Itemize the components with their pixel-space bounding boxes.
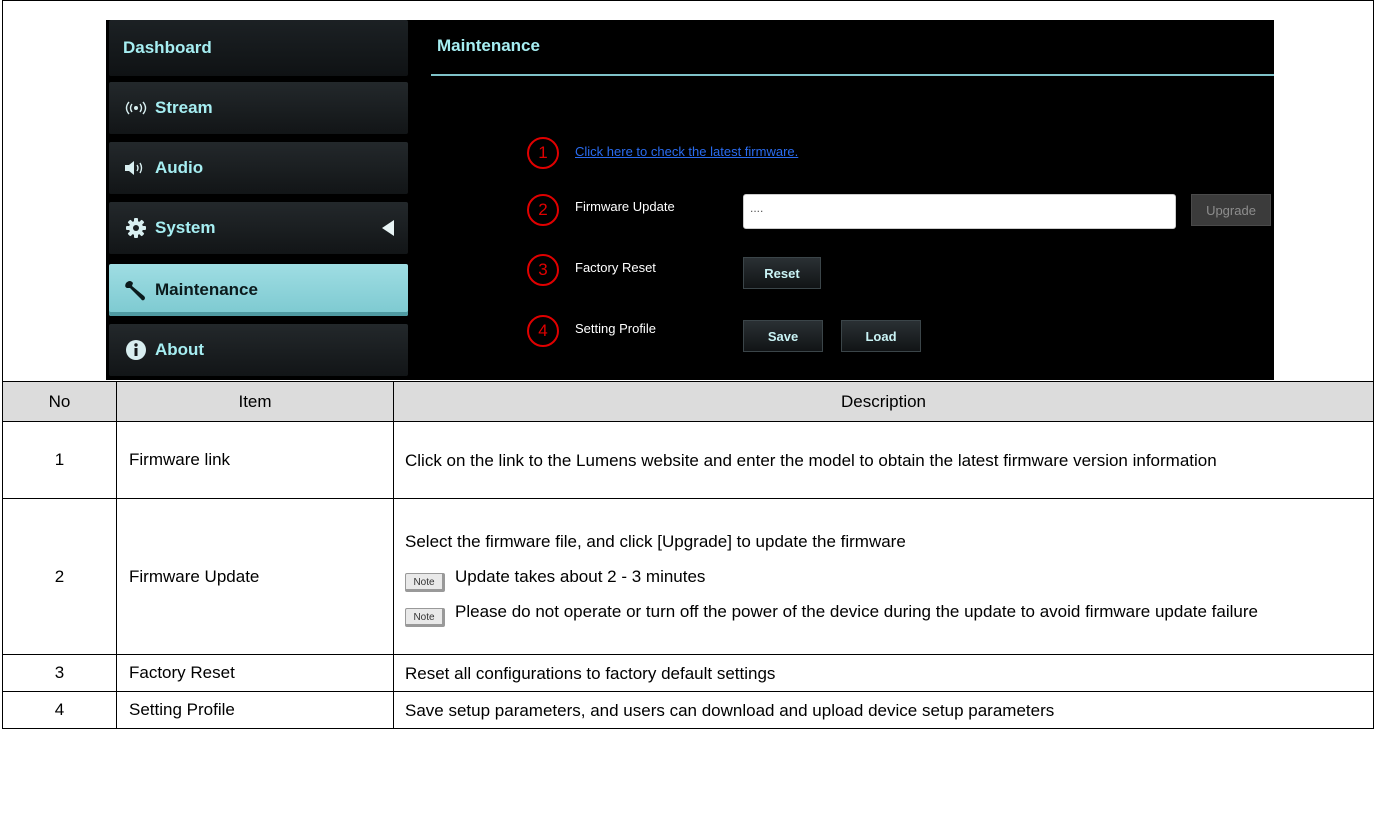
note-text: Update takes about 2 - 3 minutes xyxy=(455,567,706,586)
row-description: Select the firmware file, and click [Upg… xyxy=(405,532,906,551)
header-item: Item xyxy=(116,381,394,422)
sidebar-item-label: Maintenance xyxy=(155,280,258,299)
sidebar-item-label: Dashboard xyxy=(123,38,212,57)
row-item: Firmware link xyxy=(116,421,394,499)
speaker-icon xyxy=(123,160,149,176)
row-description: Reset all configurations to factory defa… xyxy=(393,654,1374,692)
info-icon xyxy=(123,340,149,360)
table-row: 1 Firmware link Click on the link to the… xyxy=(2,421,1374,499)
table-row: 3 Factory Reset Reset all configurations… xyxy=(2,654,1374,692)
callout-marker-4: 4 xyxy=(527,315,559,347)
row-no: 3 xyxy=(2,654,117,692)
document-page: Dashboard Stream Audio System Maintenanc… xyxy=(2,0,1374,826)
gear-icon xyxy=(123,218,149,238)
sidebar-item-system[interactable]: System xyxy=(109,202,408,254)
save-button[interactable]: Save xyxy=(743,320,823,352)
row-no: 4 xyxy=(2,691,117,729)
firmware-file-input[interactable]: .... xyxy=(743,194,1176,229)
table-row: 2 Firmware Update Select the firmware fi… xyxy=(2,498,1374,655)
page-title: Maintenance xyxy=(437,36,540,55)
sidebar-item-label: About xyxy=(155,340,205,359)
wrench-icon xyxy=(123,279,149,301)
callout-marker-2: 2 xyxy=(527,194,559,226)
sidebar-item-label: System xyxy=(155,218,216,237)
sidebar-item-label: Audio xyxy=(155,158,204,177)
header-no: No xyxy=(2,381,117,422)
row-description: Click on the link to the Lumens website … xyxy=(393,421,1374,499)
description-table: No Item Description 1 Firmware link Clic… xyxy=(2,381,1374,729)
expand-arrow-icon[interactable] xyxy=(382,220,394,236)
factory-reset-label: Factory Reset xyxy=(575,260,656,275)
sidebar-item-stream[interactable]: Stream xyxy=(109,82,408,134)
sidebar-item-dashboard[interactable]: Dashboard xyxy=(109,20,408,76)
note-tag-icon: Note xyxy=(405,573,445,592)
title-divider xyxy=(431,74,1274,76)
firmware-update-label: Firmware Update xyxy=(575,199,675,214)
sidebar-item-maintenance[interactable]: Maintenance xyxy=(109,264,408,316)
header-description: Description xyxy=(393,381,1374,422)
upgrade-button[interactable]: Upgrade xyxy=(1191,194,1271,226)
broadcast-icon xyxy=(123,101,149,115)
sidebar-item-label: Stream xyxy=(155,98,213,117)
row-description-block: Select the firmware file, and click [Upg… xyxy=(393,498,1374,655)
row-item: Setting Profile xyxy=(116,691,394,729)
sidebar-item-audio[interactable]: Audio xyxy=(109,142,408,194)
row-no: 1 xyxy=(2,421,117,499)
table-row: 4 Setting Profile Save setup parameters,… xyxy=(2,691,1374,729)
row-description: Save setup parameters, and users can dow… xyxy=(393,691,1374,729)
row-no: 2 xyxy=(2,498,117,655)
row-item: Firmware Update xyxy=(116,498,394,655)
setting-profile-label: Setting Profile xyxy=(575,321,656,336)
note-text: Please do not operate or turn off the po… xyxy=(455,602,1258,621)
note-tag-icon: Note xyxy=(405,608,445,627)
note-line-2: Note Please do not operate or turn off th… xyxy=(405,594,1365,629)
note-line-1: Note Update takes about 2 - 3 minutes xyxy=(405,559,1365,594)
reset-button[interactable]: Reset xyxy=(743,257,821,289)
row-item: Factory Reset xyxy=(116,654,394,692)
web-ui-screenshot: Dashboard Stream Audio System Maintenanc… xyxy=(106,20,1274,380)
sidebar: Dashboard Stream Audio System Maintenanc… xyxy=(106,20,409,380)
callout-marker-1: 1 xyxy=(527,137,559,169)
load-button[interactable]: Load xyxy=(841,320,921,352)
main-panel: Maintenance 1 Click here to check the la… xyxy=(413,20,1274,380)
firmware-check-link[interactable]: Click here to check the latest firmware. xyxy=(575,144,798,159)
callout-marker-3: 3 xyxy=(527,254,559,286)
table-header-row: No Item Description xyxy=(2,381,1374,422)
sidebar-item-about[interactable]: About xyxy=(109,324,408,376)
